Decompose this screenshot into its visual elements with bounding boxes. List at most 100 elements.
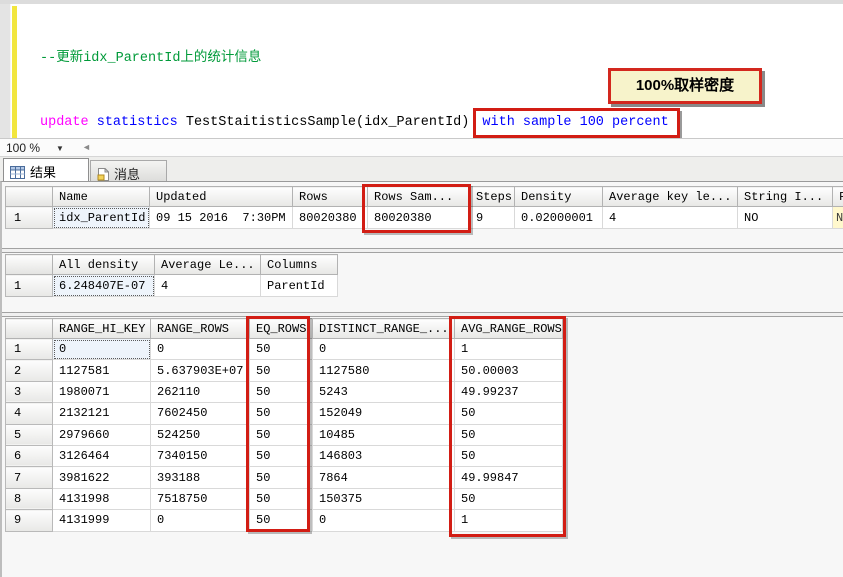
grid-cell[interactable]: 1 (455, 339, 563, 360)
grid-cell[interactable]: 50 (455, 445, 563, 466)
grid-cell[interactable]: 150375 (313, 488, 455, 509)
table-row: 211275815.637903E+0750112758050.00003 (6, 360, 563, 381)
grid-cell[interactable]: 262110 (151, 381, 250, 402)
row-header[interactable]: 8 (6, 488, 53, 509)
grid-cell[interactable]: 50 (250, 445, 313, 466)
column-header[interactable]: Rows Sam... (368, 187, 470, 207)
row-header[interactable]: 3 (6, 381, 53, 402)
sql-keyword-update: update (40, 115, 89, 130)
column-header[interactable]: Updated (150, 187, 293, 207)
grid-cell[interactable]: 0 (313, 339, 455, 360)
row-header[interactable]: 4 (6, 403, 53, 424)
grid-cell[interactable]: 4131998 (53, 488, 151, 509)
grid-cell[interactable]: 50 (250, 381, 313, 402)
grid-cell[interactable]: 7518750 (151, 488, 250, 509)
grid-cell[interactable]: 50 (250, 510, 313, 531)
grid-cell[interactable]: 0 (151, 510, 250, 531)
grid-cell[interactable]: 50 (250, 488, 313, 509)
grid-cell[interactable]: 0 (53, 339, 151, 360)
column-header[interactable]: All density (53, 255, 155, 275)
grid-cell[interactable]: ParentId (261, 275, 338, 297)
grid-cell[interactable]: 50 (250, 360, 313, 381)
grid-cell[interactable]: 10485 (313, 424, 455, 445)
grid-cell[interactable]: idx_ParentId (53, 207, 150, 229)
row-header[interactable]: 1 (6, 207, 53, 229)
grid-cell[interactable]: 4 (603, 207, 738, 229)
grid-cell[interactable]: NULL (833, 207, 843, 229)
grid-cell[interactable]: 5.637903E+07 (151, 360, 250, 381)
grid-cell[interactable]: 1127580 (313, 360, 455, 381)
grid-cell[interactable]: 146803 (313, 445, 455, 466)
column-header[interactable]: RANGE_HI_KEY (53, 319, 151, 339)
column-header[interactable]: Name (53, 187, 150, 207)
grid-cell[interactable]: 49.99237 (455, 381, 563, 402)
column-header[interactable]: DISTINCT_RANGE_... (313, 319, 455, 339)
row-header[interactable]: 1 (6, 339, 53, 360)
column-header[interactable]: Density (515, 187, 603, 207)
grid-cell[interactable]: 1980071 (53, 381, 151, 402)
grid-cell[interactable]: 7340150 (151, 445, 250, 466)
column-header[interactable]: RANGE_ROWS (151, 319, 250, 339)
grid-cell[interactable]: 80020380 (293, 207, 368, 229)
grid-cell[interactable]: 1127581 (53, 360, 151, 381)
column-header[interactable]: Columns (261, 255, 338, 275)
column-header[interactable]: Rows (293, 187, 368, 207)
callout-sample-density: 100%取样密度 (608, 68, 762, 104)
column-header[interactable]: Average Le... (155, 255, 261, 275)
scroll-left-button[interactable]: ◄ (82, 142, 91, 152)
grid-cell[interactable]: 6.248407E-07 (53, 275, 155, 297)
row-header[interactable]: 2 (6, 360, 53, 381)
grid-cell[interactable]: 0 (151, 339, 250, 360)
grid-cell[interactable]: 3981622 (53, 467, 151, 488)
grid-cell[interactable]: 1 (455, 510, 563, 531)
row-header[interactable]: 5 (6, 424, 53, 445)
table-row: 52979660524250501048550 (6, 424, 563, 445)
row-header[interactable]: 9 (6, 510, 53, 531)
grid-cell[interactable]: 50.00003 (455, 360, 563, 381)
grid-cell[interactable]: 50 (250, 403, 313, 424)
grid-cell[interactable]: 0 (313, 510, 455, 531)
grid-cell[interactable]: 50 (250, 339, 313, 360)
sql-editor[interactable]: --更新idx_ParentId上的统计信息 update statistics… (0, 0, 843, 138)
column-header[interactable]: AVG_RANGE_ROWS (455, 319, 563, 339)
grid-cell[interactable]: 7864 (313, 467, 455, 488)
grid-cell[interactable]: 50 (455, 403, 563, 424)
grid-cell[interactable]: NO (738, 207, 833, 229)
column-header[interactable]: Steps (470, 187, 515, 207)
tab-results[interactable]: 结果 (3, 158, 89, 181)
grid-cell[interactable]: 152049 (313, 403, 455, 424)
grid-cell[interactable]: 3126464 (53, 445, 151, 466)
grid-cell[interactable]: 50 (250, 424, 313, 445)
code-line-update: update statistics TestStaitisticsSample(… (40, 108, 680, 128)
grid-cell[interactable]: 9 (470, 207, 515, 229)
grid-cell[interactable]: 50 (250, 467, 313, 488)
table-row: 3198007126211050524349.99237 (6, 381, 563, 402)
grid-cell[interactable]: 09 15 2016 7:30PM (150, 207, 293, 229)
row-header[interactable]: 6 (6, 445, 53, 466)
grid-cell[interactable]: 0.02000001 (515, 207, 603, 229)
grid-corner[interactable] (6, 187, 53, 207)
grid-cell[interactable]: 50 (455, 488, 563, 509)
grid-cell[interactable]: 2132121 (53, 403, 151, 424)
grid-cell[interactable]: 7602450 (151, 403, 250, 424)
row-header[interactable]: 7 (6, 467, 53, 488)
column-header[interactable]: Average key le... (603, 187, 738, 207)
column-header[interactable]: Fi... (833, 187, 843, 207)
grid-cell[interactable]: 4131999 (53, 510, 151, 531)
zoom-level-select[interactable]: 100 %▼ (6, 141, 64, 156)
grid-corner[interactable] (6, 319, 53, 339)
column-header[interactable]: EQ_ROWS (250, 319, 313, 339)
grid-cell[interactable]: 524250 (151, 424, 250, 445)
grid-cell[interactable]: 2979660 (53, 424, 151, 445)
grid-cell[interactable]: 393188 (151, 467, 250, 488)
row-header[interactable]: 1 (6, 275, 53, 297)
highlight-box-sample-clause: with sample 100 percent (473, 108, 679, 139)
grid-cell[interactable]: 5243 (313, 381, 455, 402)
grid-cell[interactable]: 49.99847 (455, 467, 563, 488)
grid-corner[interactable] (6, 255, 53, 275)
grid-cell[interactable]: 50 (455, 424, 563, 445)
grid-cell[interactable]: 80020380 (368, 207, 470, 229)
tab-messages[interactable]: 消息 (90, 160, 167, 181)
column-header[interactable]: String I... (738, 187, 833, 207)
grid-cell[interactable]: 4 (155, 275, 261, 297)
